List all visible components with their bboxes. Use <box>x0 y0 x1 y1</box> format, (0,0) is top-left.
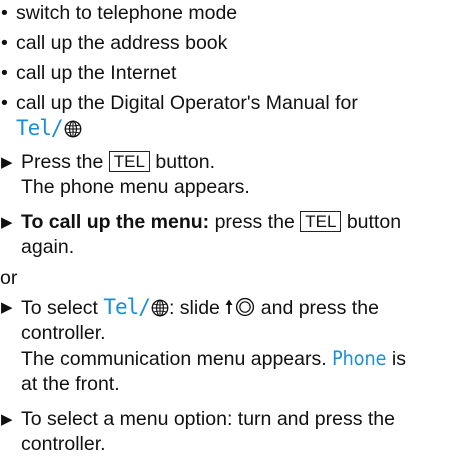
bullet-text: call up the Internet <box>16 62 177 84</box>
step-arrow-icon: ▶ <box>1 411 13 428</box>
tel-label: Tel/ <box>103 295 151 319</box>
bullet-item: • call up the Digital Operator's Manual … <box>0 91 460 142</box>
bullet-dot-icon: • <box>1 62 8 84</box>
bullet-dot-icon: • <box>1 32 8 54</box>
tel-key: TEL <box>300 211 342 232</box>
tel-key: TEL <box>108 151 150 172</box>
bullet-text: call up the address book <box>16 32 228 54</box>
step-text: To select a menu option: turn and press … <box>21 408 395 430</box>
bullet-item: • call up the address book <box>0 31 460 56</box>
step-text: button <box>346 211 402 233</box>
bullet-text: switch to telephone mode <box>16 2 238 24</box>
step-text: button. <box>155 151 216 173</box>
step-arrow-icon: ▶ <box>1 154 13 171</box>
bullet-item: • switch to telephone mode <box>0 1 460 26</box>
step-arrow-icon: ▶ <box>1 214 13 231</box>
step-text: press the <box>214 211 295 233</box>
bullet-item: • call up the Internet <box>0 61 460 86</box>
step-text: again. <box>21 236 75 258</box>
step-text: : slide <box>168 297 220 319</box>
step-text: Press the <box>21 151 104 173</box>
tel-label: Tel/ <box>16 116 64 140</box>
globe-icon <box>64 120 81 138</box>
step-result: The phone menu appears. <box>21 176 250 198</box>
step-call-menu: ▶ To call up the menu: press the TEL but… <box>0 210 460 260</box>
step-select-option: ▶ To select a menu option: turn and pres… <box>0 407 460 457</box>
phone-menu-label: Phone <box>332 347 387 370</box>
bullet-dot-icon: • <box>1 2 8 24</box>
step-result: at the front. <box>21 373 120 395</box>
step-text: controller. <box>21 433 106 455</box>
bullet-dot-icon: • <box>1 92 8 114</box>
step-select-tel: ▶ To select Tel/ : slide and press the c… <box>0 295 460 397</box>
manual-page: • switch to telephone mode • call up the… <box>0 1 460 457</box>
controller-slide-up-icon <box>225 297 255 317</box>
step-arrow-icon: ▶ <box>1 299 13 316</box>
bullet-text: call up the Digital Operator's Manual fo… <box>16 92 358 114</box>
step-press-tel: ▶ Press the TEL button. The phone menu a… <box>0 150 460 200</box>
globe-icon <box>151 299 169 317</box>
feature-bullet-list: • switch to telephone mode • call up the… <box>0 1 460 142</box>
step-result: The communication menu appears. <box>21 348 327 370</box>
step-text: To select <box>21 297 98 319</box>
step-text: controller. <box>21 322 106 344</box>
or-separator: or <box>0 267 18 289</box>
step-heading: To call up the menu: <box>21 211 210 233</box>
step-text: and press the <box>260 297 379 319</box>
step-result: is <box>391 348 406 370</box>
